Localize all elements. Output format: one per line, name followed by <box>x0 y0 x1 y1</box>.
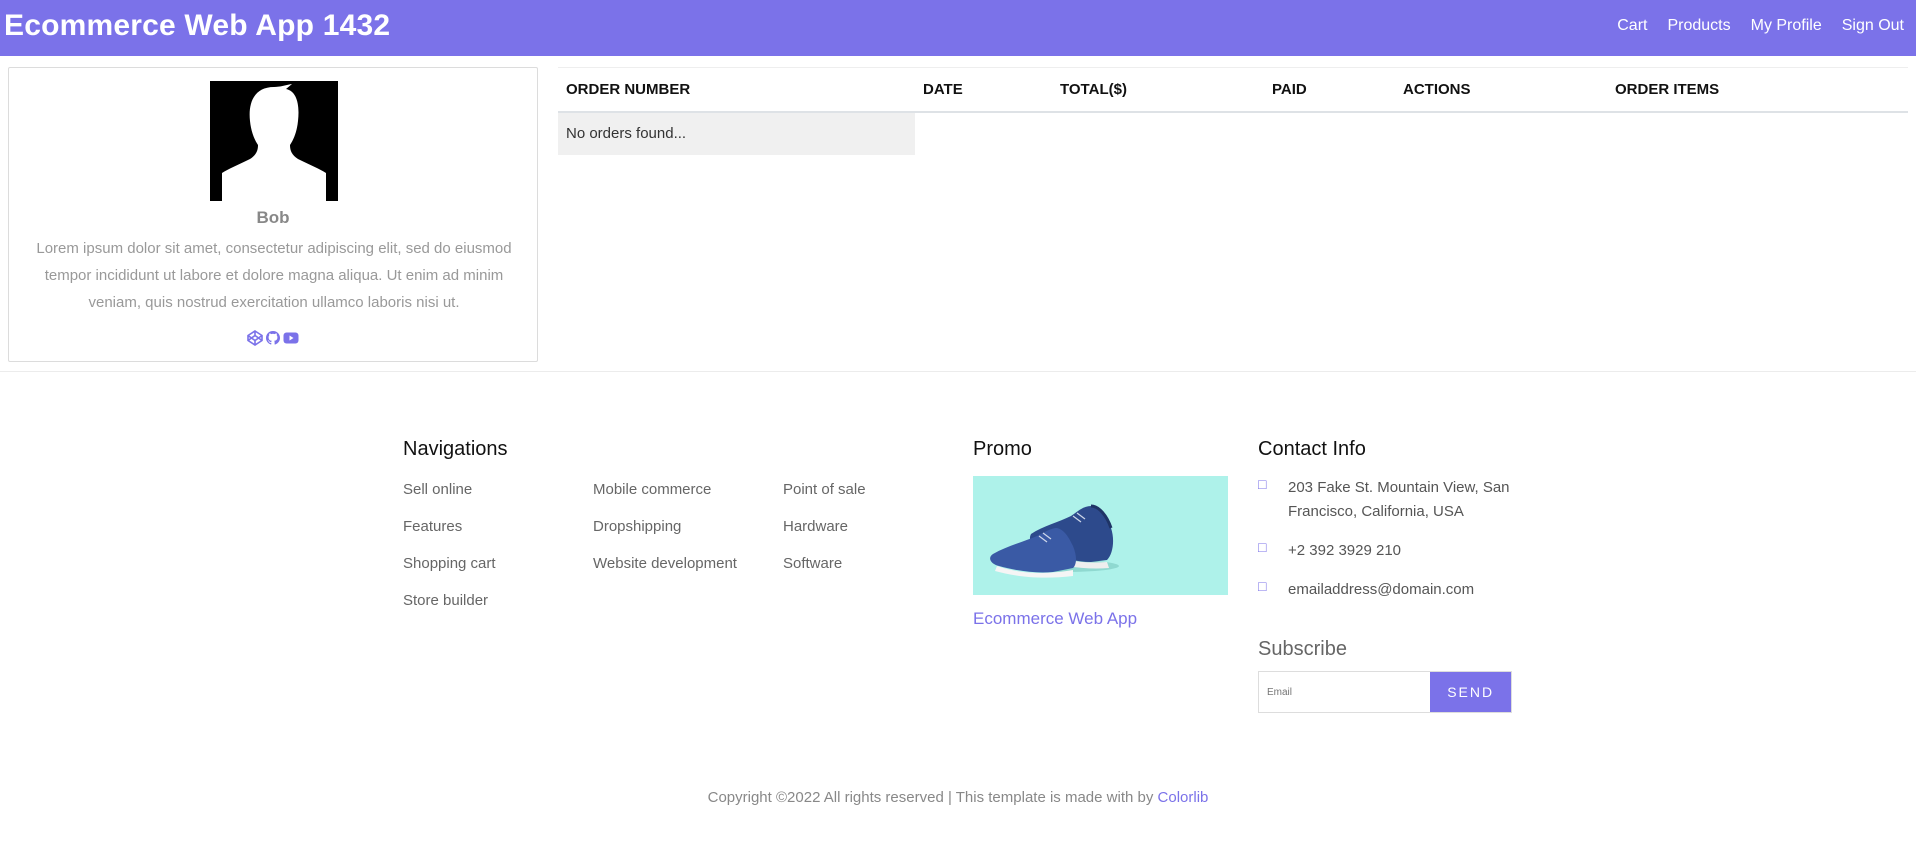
subscribe-form: SEND <box>1258 671 1512 713</box>
col-actions: ACTIONS <box>1395 67 1607 113</box>
promo-shoe-image[interactable] <box>973 476 1228 595</box>
contact-address-text: 203 Fake St. Mountain View, San Francisc… <box>1288 479 1510 520</box>
col-order-number: ORDER NUMBER <box>558 67 915 113</box>
footer-link-sell-online[interactable]: Sell online <box>403 480 496 517</box>
contact-phone-text: +2 392 3929 210 <box>1288 542 1402 559</box>
navigations-heading: Navigations <box>403 438 508 460</box>
contact-phone: □ +2 392 3929 210 <box>1258 539 1528 563</box>
contact-address: □ 203 Fake St. Mountain View, San Franci… <box>1258 476 1528 524</box>
nav-sign-out-link[interactable]: Sign Out <box>1842 17 1904 35</box>
footer-link-point-of-sale[interactable]: Point of sale <box>783 480 866 517</box>
profile-name: Bob <box>256 208 290 227</box>
github-icon[interactable] <box>265 330 281 346</box>
brand-title[interactable]: Ecommerce Web App 1432 <box>4 9 390 43</box>
footer-link-website-development[interactable]: Website development <box>593 554 737 591</box>
nav-cart-link[interactable]: Cart <box>1617 17 1647 35</box>
copyright-text: Copyright ©2022 All rights reserved | Th… <box>707 789 1154 806</box>
social-links <box>9 330 537 346</box>
contact-email: □ emailaddress@domain.com <box>1258 578 1528 602</box>
phone-icon: □ <box>1258 539 1267 555</box>
promo-link[interactable]: Ecommerce Web App <box>973 609 1137 629</box>
codepen-icon[interactable] <box>247 330 263 346</box>
profile-card: Bob Lorem ipsum dolor sit amet, consecte… <box>8 67 538 362</box>
footer-link-hardware[interactable]: Hardware <box>783 517 866 554</box>
send-button[interactable]: SEND <box>1430 672 1511 712</box>
empty-orders-message: No orders found... <box>558 111 915 155</box>
col-date: DATE <box>915 67 1052 113</box>
colorlib-link[interactable]: Colorlib <box>1158 789 1209 806</box>
col-total: TOTAL($) <box>1052 67 1264 113</box>
avatar <box>210 81 338 201</box>
orders-table: ORDER NUMBER DATE TOTAL($) PAID ACTIONS … <box>558 67 1908 155</box>
table-row: No orders found... <box>558 111 1908 155</box>
nav-products-link[interactable]: Products <box>1667 17 1730 35</box>
contact-email-text: emailaddress@domain.com <box>1288 581 1475 598</box>
footer-link-store-builder[interactable]: Store builder <box>403 591 496 628</box>
footer-nav-column-2: Mobile commerce Dropshipping Website dev… <box>593 480 737 591</box>
promo-heading: Promo <box>973 438 1032 460</box>
youtube-icon[interactable] <box>283 330 299 346</box>
subscribe-heading: Subscribe <box>1258 638 1347 660</box>
section-divider <box>0 371 1916 372</box>
main-nav: Cart Products My Profile Sign Out <box>1617 17 1904 35</box>
map-marker-icon: □ <box>1258 476 1267 492</box>
contact-heading: Contact Info <box>1258 438 1366 460</box>
footer-link-mobile-commerce[interactable]: Mobile commerce <box>593 480 737 517</box>
profile-bio: Lorem ipsum dolor sit amet, consectetur … <box>36 240 512 311</box>
footer-nav-column-1: Sell online Features Shopping cart Store… <box>403 480 496 628</box>
footer-link-shopping-cart[interactable]: Shopping cart <box>403 554 496 591</box>
envelope-icon: □ <box>1258 578 1267 594</box>
top-navbar: Ecommerce Web App 1432 Cart Products My … <box>0 0 1916 56</box>
footer-link-software[interactable]: Software <box>783 554 866 591</box>
nav-my-profile-link[interactable]: My Profile <box>1751 17 1822 35</box>
table-header-row: ORDER NUMBER DATE TOTAL($) PAID ACTIONS … <box>558 67 1908 113</box>
footer-link-dropshipping[interactable]: Dropshipping <box>593 517 737 554</box>
col-paid: PAID <box>1264 67 1395 113</box>
copyright: Copyright ©2022 All rights reserved | Th… <box>0 789 1916 806</box>
footer-link-features[interactable]: Features <box>403 517 496 554</box>
footer-nav-column-3: Point of sale Hardware Software <box>783 480 866 591</box>
subscribe-email-input[interactable] <box>1259 672 1431 712</box>
col-order-items: ORDER ITEMS <box>1607 67 1908 113</box>
